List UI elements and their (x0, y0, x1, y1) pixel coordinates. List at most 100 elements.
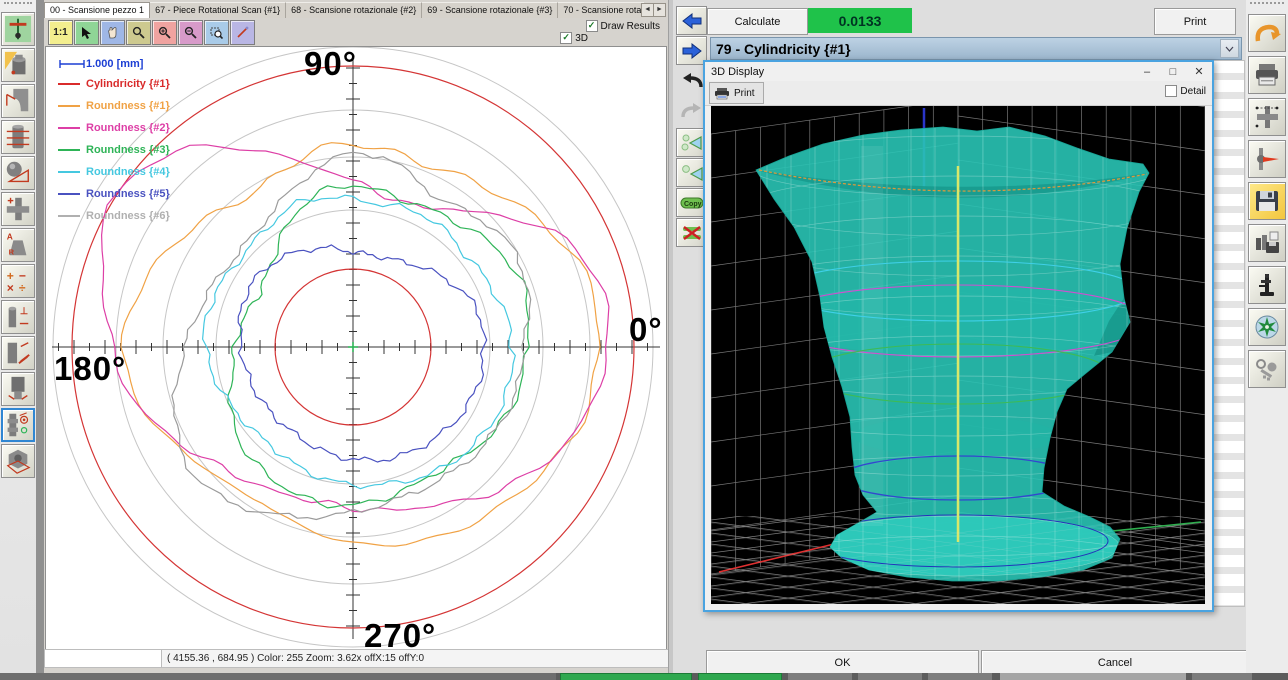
caliper-arm-icon[interactable] (1248, 140, 1286, 178)
legend-swatch (58, 127, 80, 129)
taskbar-button[interactable] (698, 673, 782, 680)
3d-display-dialog: 3D Display – □ ✕ Print Detail (703, 60, 1214, 612)
panel-edge-strip (36, 0, 44, 680)
legend-item-0: Cylindricity {#1} (58, 73, 170, 95)
angle-label-180: 180° (54, 350, 126, 388)
perpendicularity-icon[interactable]: ⊥ (1, 300, 35, 334)
printer-icon (714, 87, 730, 100)
zoom-tool-button[interactable] (126, 20, 151, 45)
cylinder-head-icon[interactable] (1, 372, 35, 406)
3d-cylinder-scene (711, 106, 1205, 604)
taskbar-area (0, 673, 556, 680)
detail-label: Detail (1180, 86, 1206, 97)
output-toolbar (1246, 0, 1288, 674)
toolbar-grip[interactable] (4, 2, 32, 10)
measurement-toolbar: AR +−×÷ ⊥ (0, 0, 36, 674)
3d-label: 3D (575, 33, 588, 44)
close-icon[interactable]: ✕ (1186, 63, 1212, 81)
previous-result-button[interactable] (676, 6, 707, 35)
minimize-icon[interactable]: – (1134, 63, 1160, 81)
results-list[interactable] (1209, 60, 1245, 607)
zoom-region-button[interactable] (204, 20, 229, 45)
3d-checkbox[interactable]: ✓ 3D (560, 32, 588, 44)
tab-scan-3[interactable]: 69 - Scansione rotazionale {#3} (422, 2, 558, 18)
cancel-button[interactable]: Cancel (981, 650, 1249, 675)
graphic-display-panel: 00 - Scansione pezzo 167 - Piece Rotatio… (44, 0, 668, 673)
dialog-print-label: Print (734, 88, 755, 99)
taskbar-button[interactable] (928, 673, 992, 680)
status-spacer (44, 649, 163, 668)
license-key-icon[interactable] (1248, 350, 1286, 388)
svg-text:Copy: Copy (684, 201, 702, 208)
cylinder-runout-icon[interactable] (1, 120, 35, 154)
undo-icon[interactable] (1248, 14, 1286, 52)
toolbar-grip[interactable] (1250, 2, 1284, 10)
workpiece-cylinder-icon[interactable] (1, 48, 35, 82)
zoom-out-button[interactable] (178, 20, 203, 45)
sphere-measure-icon[interactable] (1, 156, 35, 190)
taskbar-button[interactable] (1192, 673, 1252, 680)
tab-scan-1[interactable]: 67 - Piece Rotational Scan {#1} (150, 2, 286, 18)
line-tool-button[interactable] (230, 20, 255, 45)
legend-label: Roundness {#2} (86, 122, 170, 134)
angle-measure-icon[interactable]: AR (1, 228, 35, 262)
save-icon[interactable] (1248, 182, 1286, 220)
caliper-measure-icon[interactable] (1, 12, 35, 46)
feature-selector-value: 79 - Cylindricity {#1} (711, 41, 1220, 57)
chevron-down-icon[interactable] (1220, 39, 1239, 58)
maximize-icon[interactable]: □ (1160, 63, 1186, 81)
scale-indicator: 1.000 [mm] (58, 55, 170, 73)
part-dimensions-icon[interactable] (1248, 98, 1286, 136)
3d-check-icon: ✓ (560, 32, 572, 44)
3d-viewport[interactable] (711, 106, 1205, 604)
detail-check-icon (1165, 85, 1177, 97)
calculate-button[interactable]: Calculate (707, 8, 808, 35)
svg-text:A: A (7, 231, 13, 241)
taskbar-button[interactable] (858, 673, 922, 680)
legend-item-5: Roundness {#5} (58, 183, 170, 205)
dialog-titlebar[interactable]: 3D Display – □ ✕ (705, 62, 1212, 82)
print-button[interactable]: Print (1154, 8, 1236, 35)
legend-label: Cylindricity {#1} (86, 78, 170, 90)
angle-label-90: 90° (304, 46, 357, 83)
polar-plot-canvas[interactable]: 1.000 [mm] Cylindricity {#1} Roundness {#… (45, 46, 667, 650)
detail-checkbox[interactable]: Detail (1165, 85, 1206, 97)
tab-scroll-right-icon[interactable]: ► (653, 3, 666, 17)
roundness-scan-icon[interactable] (1, 408, 35, 442)
feature-selector[interactable]: 79 - Cylindricity {#1} (710, 37, 1242, 60)
draw-results-label: Draw Results (601, 21, 660, 32)
tab-scan-2[interactable]: 68 - Scansione rotazionale {#2} (286, 2, 422, 18)
cross-part-icon[interactable] (1, 192, 35, 226)
column-gauge-icon[interactable] (1248, 266, 1286, 304)
print-report-icon[interactable] (1248, 56, 1286, 94)
scale-1to1-button[interactable]: 1:1 (48, 20, 73, 45)
angle-label-270: 270° (364, 617, 436, 650)
hex-nut-icon[interactable] (1, 444, 35, 478)
save-all-icon[interactable] (1248, 224, 1286, 262)
taskbar-button[interactable] (560, 673, 692, 680)
tab-scan-0[interactable]: 00 - Scansione pezzo 1 (44, 2, 150, 18)
legend-item-2: Roundness {#2} (58, 117, 170, 139)
dialog-toolbar: Print Detail (705, 81, 1212, 106)
ok-button[interactable]: OK (706, 650, 979, 675)
math-operations-icon[interactable]: +−×÷ (1, 264, 35, 298)
plot-legend: 1.000 [mm] Cylindricity {#1} Roundness {#… (58, 55, 170, 227)
legend-label: Roundness {#3} (86, 144, 170, 156)
scale-label: 1.000 [mm] (86, 58, 143, 70)
legend-label: Roundness {#6} (86, 210, 170, 222)
scale-bar-icon (58, 58, 86, 70)
taskbar-button[interactable] (1000, 673, 1186, 680)
legend-swatch (58, 171, 80, 173)
svg-text:R: R (9, 247, 15, 256)
contour-profile-icon[interactable] (1, 84, 35, 118)
zoom-in-button[interactable] (152, 20, 177, 45)
taskbar[interactable] (0, 673, 1288, 680)
dialog-print-button[interactable]: Print (709, 82, 764, 104)
shaft-marks-icon[interactable] (1, 336, 35, 370)
tab-scan-4[interactable]: 70 - Scansione rotazionale {#4} (558, 2, 644, 18)
scan-tab-bar: 00 - Scansione pezzo 167 - Piece Rotatio… (44, 2, 644, 18)
select-cursor-button[interactable] (74, 20, 99, 45)
pan-hand-button[interactable] (100, 20, 125, 45)
draw-results-checkbox[interactable]: ✓ Draw Results (586, 20, 660, 32)
taskbar-button[interactable] (788, 673, 852, 680)
